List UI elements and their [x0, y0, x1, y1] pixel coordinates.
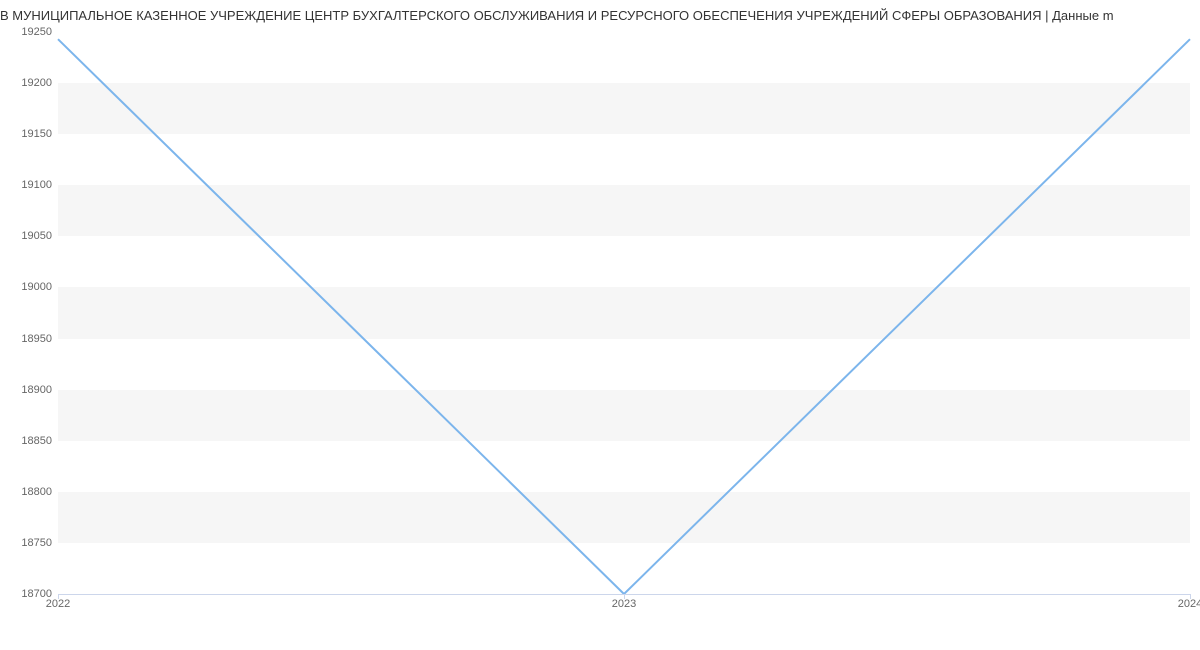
- y-tick-label: 18750: [21, 537, 52, 549]
- chart-title: В МУНИЦИПАЛЬНОЕ КАЗЕННОЕ УЧРЕЖДЕНИЕ ЦЕНТ…: [0, 0, 1200, 23]
- x-tick-mark: [1190, 594, 1191, 599]
- chart-container: В МУНИЦИПАЛЬНОЕ КАЗЕННОЕ УЧРЕЖДЕНИЕ ЦЕНТ…: [0, 0, 1200, 650]
- y-tick-label: 19000: [21, 281, 52, 293]
- x-tick-mark: [624, 594, 625, 599]
- x-tick-label: 2023: [612, 598, 636, 610]
- y-tick-label: 19250: [21, 26, 52, 38]
- y-tick-label: 18800: [21, 486, 52, 498]
- y-tick-label: 19200: [21, 77, 52, 89]
- x-tick-mark: [58, 594, 59, 599]
- y-tick-label: 18850: [21, 435, 52, 447]
- plot-area: [58, 32, 1190, 594]
- y-tick-label: 18900: [21, 384, 52, 396]
- y-tick-label: 19150: [21, 128, 52, 140]
- y-tick-label: 19100: [21, 179, 52, 191]
- x-tick-label: 2024: [1178, 598, 1200, 610]
- chart-line: [58, 32, 1190, 594]
- x-tick-label: 2022: [46, 598, 70, 610]
- y-tick-label: 18950: [21, 333, 52, 345]
- y-tick-label: 19050: [21, 230, 52, 242]
